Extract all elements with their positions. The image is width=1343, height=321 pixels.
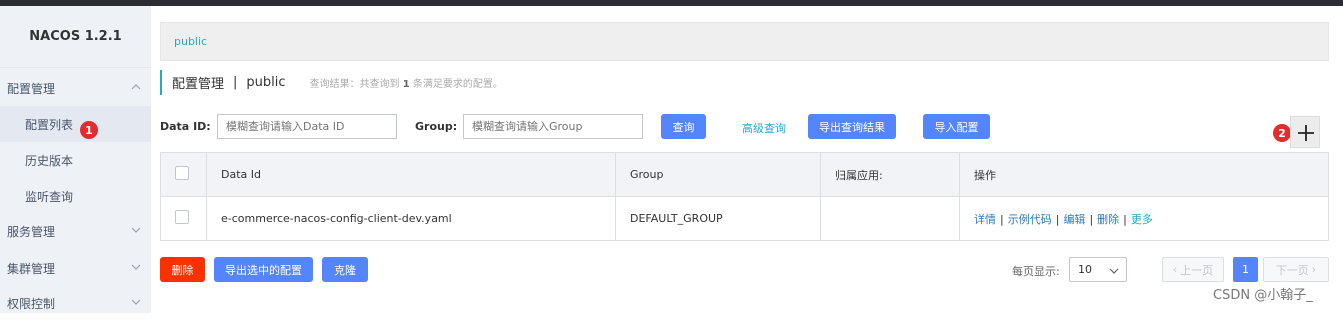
- advanced-query-link[interactable]: 高级查询: [742, 120, 786, 136]
- sidebar-group-label: 服务管理: [7, 224, 56, 239]
- export-selected-button[interactable]: 导出选中的配置: [214, 257, 313, 282]
- prev-page-button[interactable]: ‹ 上一页: [1162, 257, 1224, 282]
- chevron-up-icon: [131, 84, 141, 90]
- sidebar-item-config-list[interactable]: 配置列表: [0, 106, 151, 142]
- sidebar-item-history[interactable]: 历史版本: [0, 142, 151, 178]
- row-checkbox[interactable]: [175, 210, 189, 224]
- column-header-app: 归属应用:: [820, 152, 960, 197]
- next-page-button[interactable]: 下一页 ›: [1263, 257, 1329, 282]
- table-header-row: Data Id Group 归属应用: 操作: [160, 152, 1329, 197]
- sidebar-item-label: 监听查询: [25, 189, 74, 204]
- title-separator: |: [233, 75, 238, 90]
- row-select-cell: [160, 196, 207, 241]
- plus-icon: [1298, 125, 1314, 141]
- delete-link[interactable]: 删除: [1097, 213, 1119, 226]
- per-page-label: 每页显示:: [1012, 265, 1060, 278]
- detail-link[interactable]: 详情: [974, 213, 996, 226]
- cell-app: [820, 196, 960, 241]
- select-all-cell: [160, 152, 207, 197]
- clone-button[interactable]: 克隆: [322, 257, 368, 282]
- sidebar-item-listener[interactable]: 监听查询: [0, 178, 151, 214]
- select-all-checkbox[interactable]: [175, 166, 189, 180]
- sidebar-group-permission[interactable]: 权限控制: [0, 285, 151, 321]
- query-result-hint: 查询结果：共查询到 1 条满足要求的配置。: [309, 79, 503, 90]
- chevron-right-icon: ›: [1311, 263, 1317, 276]
- table-row: e-commerce-nacos-config-client-dev.yaml …: [160, 196, 1329, 241]
- cell-dataid: e-commerce-nacos-config-client-dev.yaml: [206, 196, 616, 241]
- sidebar-group-config[interactable]: 配置管理: [0, 70, 151, 106]
- cell-group: DEFAULT_GROUP: [615, 196, 821, 241]
- config-table: Data Id Group 归属应用: 操作 e-commerce-nacos-…: [160, 152, 1329, 241]
- per-page-select[interactable]: 10: [1069, 257, 1127, 282]
- dataid-label: Data ID:: [160, 120, 211, 133]
- chevron-down-icon: [131, 227, 141, 233]
- watermark: CSDN @小翰子_: [1213, 288, 1313, 303]
- more-link[interactable]: 更多: [1131, 213, 1153, 226]
- column-header-group: Group: [615, 152, 821, 197]
- delete-selected-button[interactable]: 删除: [160, 257, 205, 282]
- export-query-result-button[interactable]: 导出查询结果: [808, 114, 896, 139]
- page-title-text: 配置管理: [172, 77, 225, 92]
- app-title: NACOS 1.2.1: [0, 6, 151, 68]
- edit-link[interactable]: 编辑: [1063, 213, 1085, 226]
- namespace-bar: public: [160, 22, 1329, 61]
- annotation-badge-1: 1: [80, 121, 98, 139]
- sidebar-group-label: 配置管理: [7, 81, 56, 96]
- sidebar-group-label: 集群管理: [7, 261, 56, 276]
- page-title-namespace: public: [246, 75, 286, 90]
- column-header-dataid: Data Id: [206, 152, 616, 197]
- group-search-input[interactable]: [463, 114, 643, 139]
- main-content: public 配置管理 | public 查询结果：共查询到 1 条满足要求的配…: [151, 6, 1343, 313]
- sidebar-item-label: 配置列表: [25, 117, 74, 132]
- annotation-badge-2: 2: [1273, 124, 1291, 142]
- sample-code-link[interactable]: 示例代码: [1008, 213, 1052, 226]
- chevron-down-icon: [131, 264, 141, 270]
- page-button-current[interactable]: 1: [1233, 257, 1258, 282]
- sidebar-group-service[interactable]: 服务管理: [0, 213, 151, 249]
- query-button[interactable]: 查询: [661, 114, 706, 139]
- namespace-tab-public[interactable]: public: [174, 35, 207, 48]
- sidebar-item-label: 历史版本: [25, 153, 74, 168]
- sidebar-group-cluster[interactable]: 集群管理: [0, 250, 151, 286]
- chevron-down-icon: [131, 299, 141, 305]
- per-page-value: 10: [1078, 263, 1092, 276]
- import-config-button[interactable]: 导入配置: [923, 114, 990, 139]
- sidebar-group-label: 权限控制: [7, 296, 56, 311]
- group-label: Group:: [415, 120, 458, 133]
- sidebar: NACOS 1.2.1 配置管理 配置列表 1 历史版本 监听查询 服务管理 集…: [0, 6, 151, 313]
- chevron-down-icon: [1109, 268, 1119, 274]
- column-header-ops: 操作: [959, 152, 1329, 197]
- dataid-search-input[interactable]: [217, 114, 397, 139]
- page-title: 配置管理 | public 查询结果：共查询到 1 条满足要求的配置。: [160, 70, 503, 95]
- add-config-button[interactable]: [1290, 116, 1320, 148]
- chevron-left-icon: ‹: [1172, 263, 1178, 276]
- cell-ops: 详情 | 示例代码 | 编辑 | 删除 | 更多: [959, 196, 1329, 241]
